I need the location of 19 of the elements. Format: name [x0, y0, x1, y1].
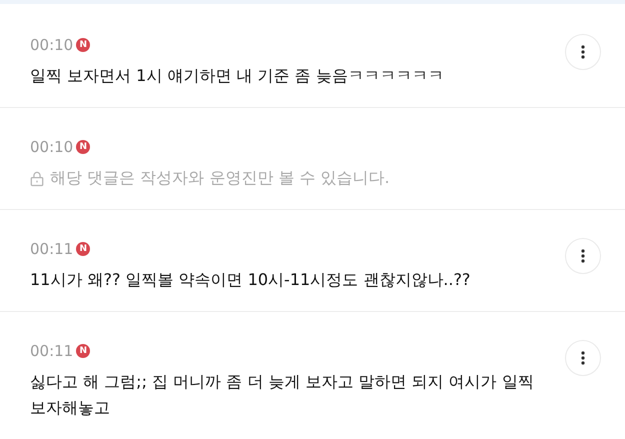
comment-text: 11시가 왜?? 일찍볼 약속이면 10시-11시정도 괜찮지않나..?? [30, 270, 470, 289]
more-button[interactable] [565, 340, 601, 376]
more-icon [581, 45, 585, 59]
comment-time: 00:10 [30, 36, 74, 54]
lock-icon [30, 170, 44, 186]
new-badge: N [76, 140, 90, 154]
new-badge: N [76, 242, 90, 256]
new-badge: N [76, 344, 90, 358]
new-badge: N [76, 38, 90, 52]
comment-time: 00:11 [30, 342, 74, 360]
more-button[interactable] [565, 238, 601, 274]
more-icon [581, 351, 585, 365]
comment-text: 일찍 보자면서 1시 얘기하면 내 기준 좀 늦음ㅋㅋㅋㅋㅋㅋ [30, 66, 444, 85]
more-button[interactable] [565, 34, 601, 70]
comment-time: 00:10 [30, 138, 74, 156]
private-notice: 해당 댓글은 작성자와 운영진만 볼 수 있습니다. [50, 167, 390, 189]
comment-text: 싫다고 해 그럼;; 집 머니까 좀 더 늦게 보자고 말하면 되지 여시가 일찍 보자해놓고 [30, 372, 534, 417]
more-icon [581, 249, 585, 263]
comment-time: 00:11 [30, 240, 74, 258]
